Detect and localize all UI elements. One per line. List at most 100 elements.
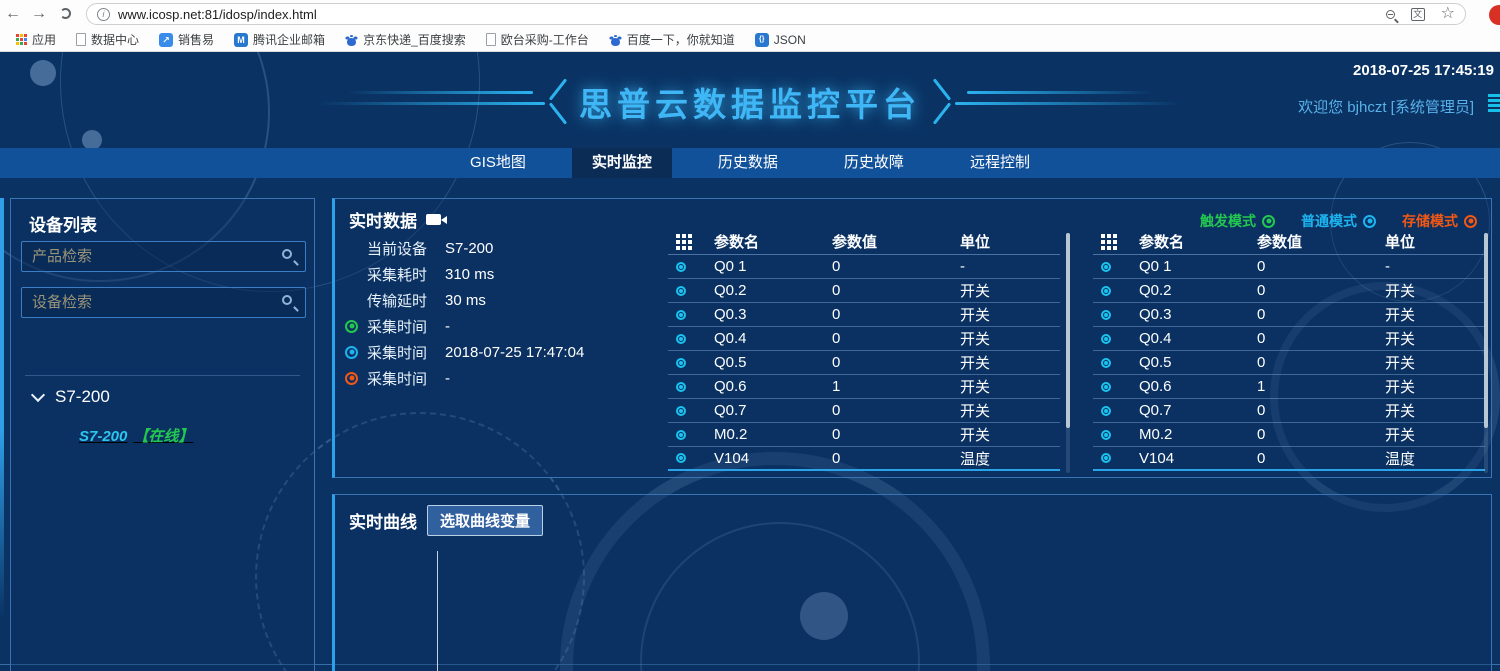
bookmark-item[interactable]: 百度一下，你就知道 [601,30,743,50]
tab-realtime-monitor[interactable]: 实时监控 [572,148,672,178]
bookmark-apps[interactable]: 应用 [8,30,64,50]
info-label: 当前设备 [367,238,445,259]
param-table-right: 参数名 参数值 单位 Q0 1 0 - Q0.2 0 [1093,229,1485,471]
param-value: 0 [1257,258,1385,275]
tab-remote-control[interactable]: 远程控制 [950,148,1050,178]
realtime-curve-panel: 实时曲线 选取曲线变量 [332,494,1492,671]
scrollbar-right-table[interactable] [1484,233,1488,473]
target-icon[interactable] [676,382,686,392]
bookmark-item[interactable]: 京东快递_百度搜索 [337,30,474,50]
trigger-mode-button[interactable]: 触发模式 [1200,211,1275,231]
target-icon[interactable] [1101,430,1111,440]
device-list-title: 设备列表 [29,211,97,236]
realtime-data-panel: 实时数据 触发模式 普通模式 存储模式 当前设备 S7-200 [332,198,1492,478]
site-info-icon[interactable]: i [97,8,110,21]
target-icon[interactable] [1101,406,1111,416]
title-chevron-right [933,79,953,125]
target-icon[interactable] [1101,334,1111,344]
param-name: Q0 1 [714,258,832,275]
param-name: V104 [1139,450,1257,467]
grid-icon[interactable] [1101,234,1117,250]
panel-title-text: 实时数据 [349,207,417,232]
orange-target-icon [345,372,358,385]
target-icon[interactable] [1101,358,1111,368]
param-unit: 开关 [1385,400,1485,421]
page-title: 思普云数据监控平台 [569,78,931,126]
target-icon[interactable] [1101,262,1111,272]
target-icon[interactable] [1101,382,1111,392]
param-value: 0 [832,306,960,323]
tree-node-s7-200[interactable]: S7-200 [33,387,110,407]
back-icon[interactable]: ← [0,5,26,23]
param-name: Q0.7 [714,402,832,419]
normal-mode-button[interactable]: 普通模式 [1301,211,1376,231]
bookmark-label: 百度一下，你就知道 [627,31,735,48]
tab-history-data[interactable]: 历史数据 [698,148,798,178]
param-unit: 开关 [960,328,1060,349]
info-value: 310 ms [445,266,494,283]
param-value: 0 [1257,426,1385,443]
zoom-out-icon[interactable] [1386,10,1395,19]
bookmark-item[interactable]: {} JSON [747,30,814,50]
bookmark-item[interactable]: M 腾讯企业邮箱 [226,30,333,50]
tab-history-fault[interactable]: 历史故障 [824,148,924,178]
table-row: Q0.6 1 开关 [1093,375,1485,399]
mode-label: 触发模式 [1200,211,1256,231]
profile-avatar[interactable] [1489,5,1500,25]
tree-leaf-s7-200-online[interactable]: S7-200【在线】 [79,425,193,446]
select-curve-variable-button[interactable]: 选取曲线变量 [427,505,543,536]
page-icon [76,33,86,46]
menu-icon[interactable] [1488,94,1500,116]
target-icon[interactable] [676,334,686,344]
bookmark-star-icon[interactable]: ☆ [1441,7,1455,21]
param-value: 0 [1257,330,1385,347]
tab-gis-map[interactable]: GIS地图 [450,148,546,178]
url-bar[interactable]: i www.icosp.net:81/idosp/index.html 文 ☆ [86,3,1466,25]
target-icon[interactable] [676,406,686,416]
collect-time-row-orange: 采集时间 - [345,365,584,391]
target-icon[interactable] [1101,310,1111,320]
paw-icon [347,38,356,46]
url-text[interactable]: www.icosp.net:81/idosp/index.html [118,7,317,22]
device-link[interactable]: S7-200 [79,428,127,445]
storage-mode-button[interactable]: 存储模式 [1402,211,1477,231]
bookmark-item[interactable]: 数据中心 [68,30,147,50]
param-name: Q0 1 [1139,258,1257,275]
param-value: 1 [832,378,960,395]
param-value: 0 [1257,402,1385,419]
chevron-down-icon[interactable] [31,388,45,402]
camera-icon[interactable] [426,214,441,225]
grid-icon[interactable] [676,234,692,250]
target-icon[interactable] [1101,453,1111,463]
bookmark-item[interactable]: ↗ 销售易 [151,30,222,50]
search-icon[interactable] [282,295,292,305]
param-unit: - [1385,258,1485,275]
param-name: M0.2 [714,426,832,443]
device-search-input[interactable] [21,287,306,318]
reload-icon[interactable] [52,5,78,23]
app-page: 2018-07-25 17:45:19 思普云数据监控平台 欢迎您 bjhczt… [0,52,1500,671]
divider [25,375,300,376]
title-decoration-right [955,89,1180,115]
table-row: Q0.7 0 开关 [1093,399,1485,423]
target-icon[interactable] [676,453,686,463]
param-unit: 开关 [1385,352,1485,373]
table-row: Q0.7 0 开关 [668,399,1060,423]
target-icon[interactable] [676,358,686,368]
translate-icon[interactable]: 文 [1411,8,1425,21]
target-icon[interactable] [676,262,686,272]
search-icon[interactable] [282,249,292,259]
target-icon[interactable] [1101,286,1111,296]
target-icon[interactable] [676,430,686,440]
target-icon[interactable] [676,310,686,320]
bookmarks-bar: 应用 数据中心 ↗ 销售易 M 腾讯企业邮箱 京东快递_百度搜索 欧台采购-工作… [0,28,1500,52]
target-icon[interactable] [676,286,686,296]
product-search-input[interactable] [21,241,306,272]
scrollbar-left-table[interactable] [1066,233,1070,473]
mode-label: 普通模式 [1301,211,1357,231]
bookmark-item[interactable]: 欧台采购-工作台 [478,30,597,50]
forward-icon[interactable]: → [26,5,52,23]
table-row: M0.2 0 开关 [668,423,1060,447]
browser-toolbar: ← → i www.icosp.net:81/idosp/index.html … [0,0,1500,28]
param-name: Q0.6 [714,378,832,395]
